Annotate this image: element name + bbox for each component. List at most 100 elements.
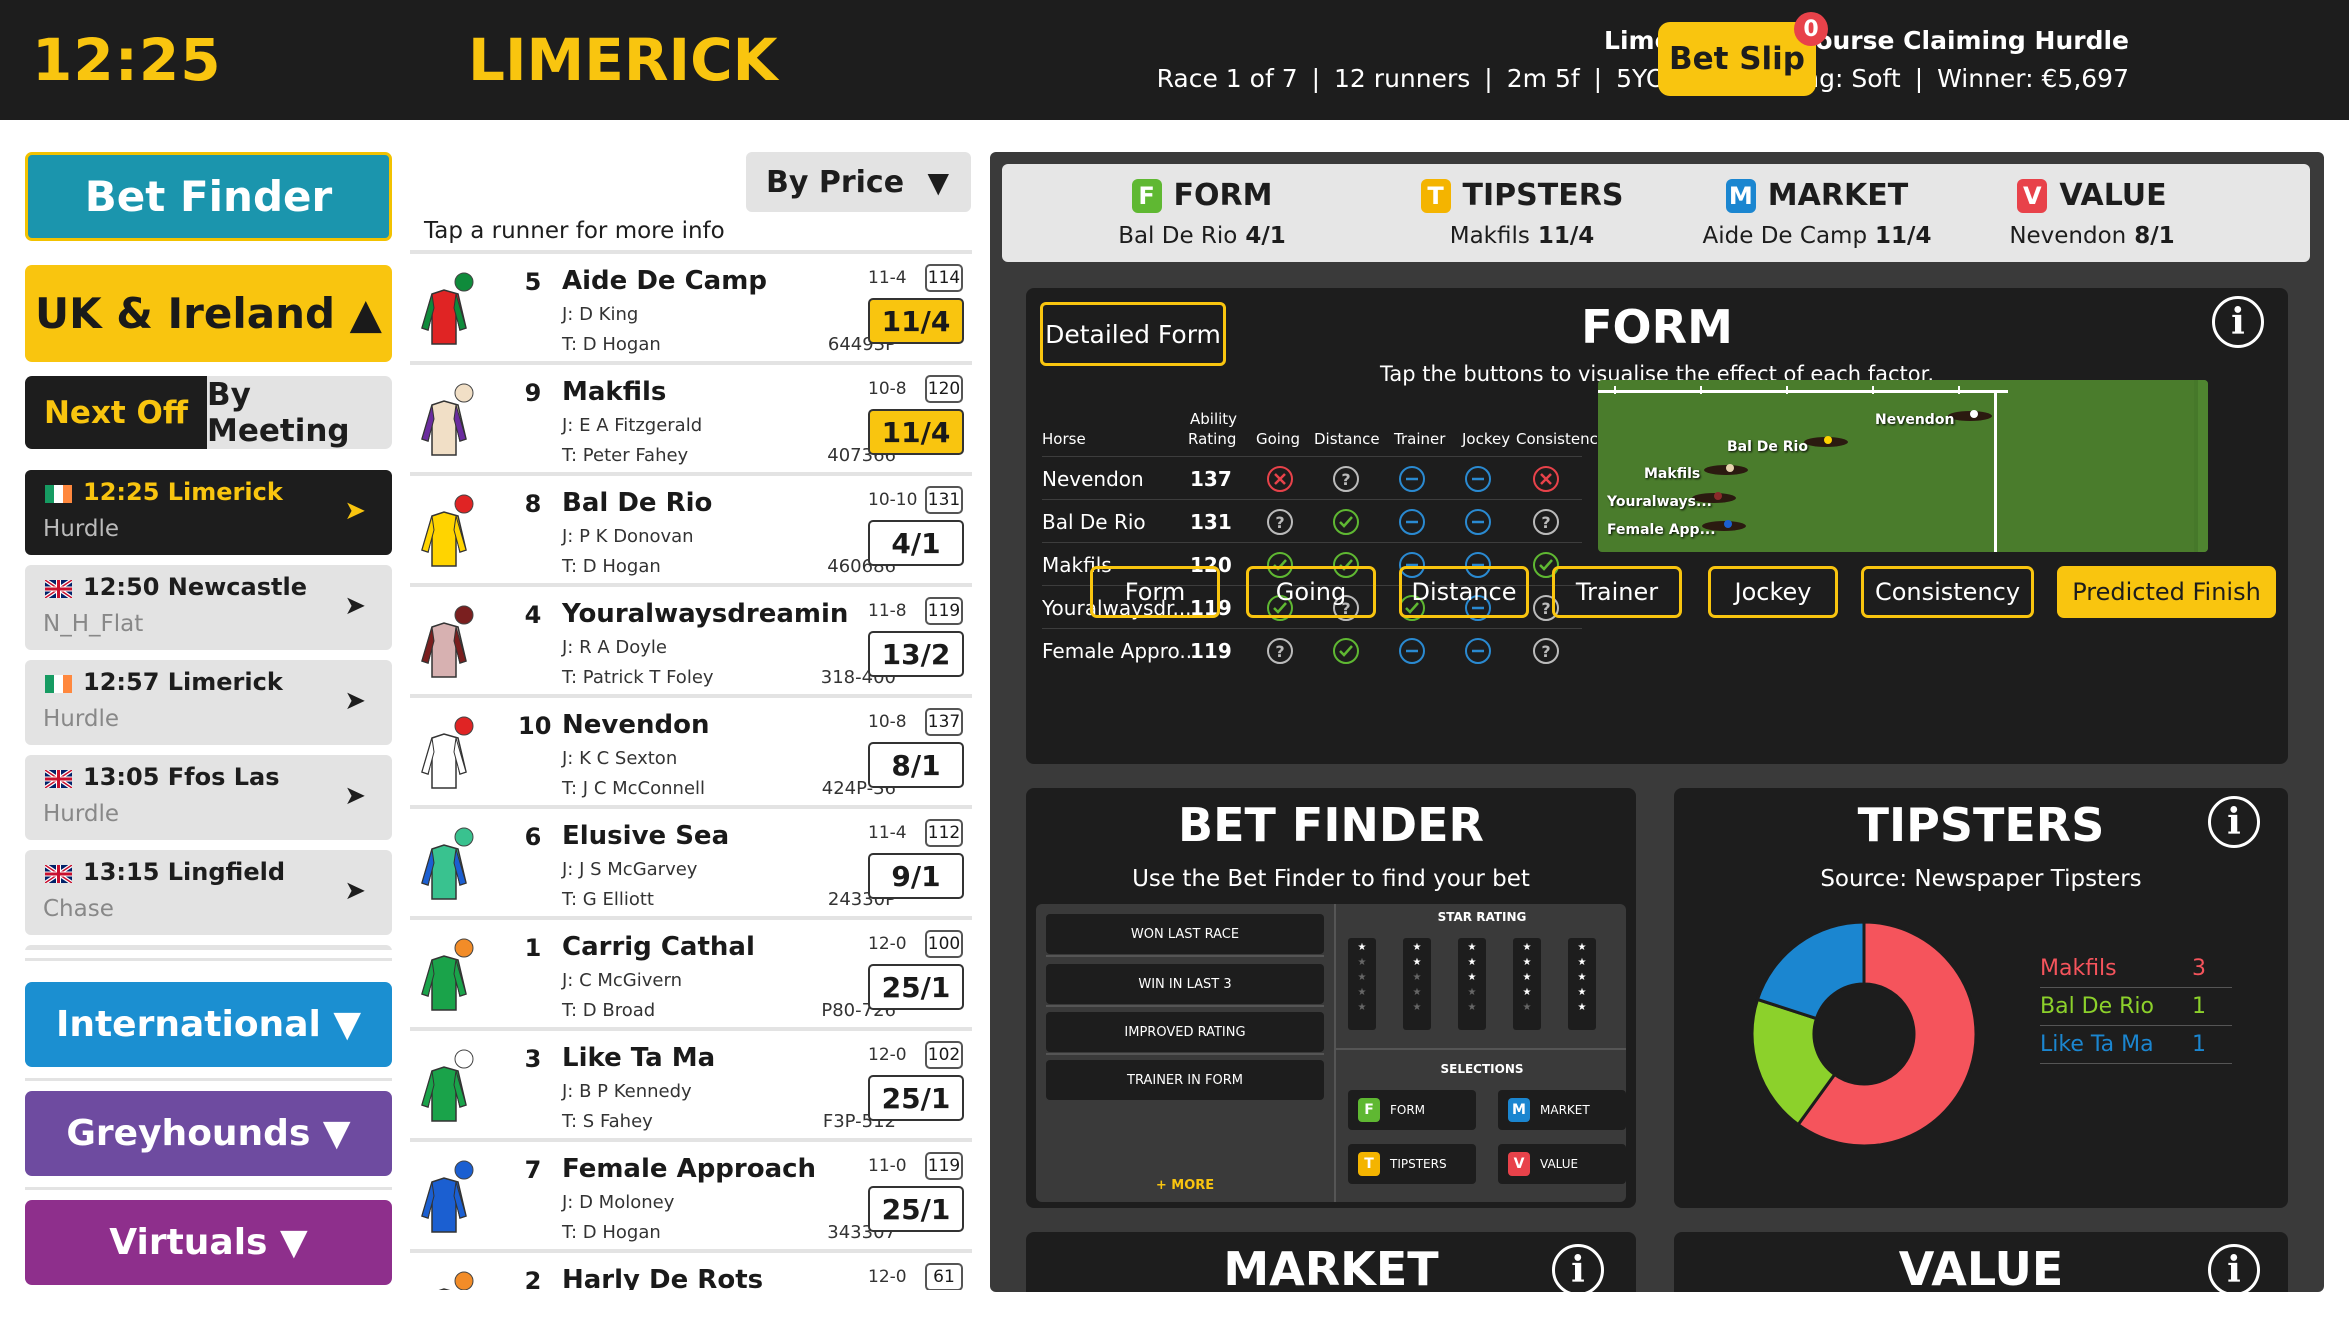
factor-going-button[interactable]: Going xyxy=(1246,566,1376,618)
sort-dropdown[interactable]: By Price ▼ xyxy=(746,152,971,212)
bet-finder-grid: STAR RATING SELECTIONS + MORE WON LAST R… xyxy=(1036,904,1626,1202)
meta-separator: | xyxy=(1914,64,1924,93)
info-icon[interactable]: i xyxy=(2208,1244,2260,1292)
summary-tipsters[interactable]: T TIPSTERS Makfils 11/4 xyxy=(1372,178,1672,249)
star-rating-5-button[interactable]: ★ ★ ★ ★ ★ xyxy=(1568,938,1596,1030)
price-button[interactable]: 11/4 xyxy=(868,298,964,344)
star-rating-3-button[interactable]: ★ ★ ★ ★ ★ xyxy=(1458,938,1486,1030)
selection-label: FORM xyxy=(1390,1103,1426,1117)
next-off-tab[interactable]: Next Off xyxy=(25,376,207,449)
form-row[interactable]: Bal De Rio 131?? xyxy=(1042,499,1582,542)
race-type: Hurdle xyxy=(43,706,120,732)
price-button[interactable]: 9/1 xyxy=(868,853,964,899)
runner-jockey: J: C McGivern xyxy=(562,970,682,991)
runner-row[interactable]: 6 Elusive Sea J: J S McGarvey T: G Elliott 2… xyxy=(410,809,972,920)
factor-predicted-finish-button[interactable]: Predicted Finish xyxy=(2057,566,2276,618)
info-icon[interactable]: i xyxy=(2208,796,2260,848)
race-time-venue: 13:05 Ffos Las xyxy=(83,763,280,791)
star-rating-2-button[interactable]: ★ ★ ★ ★ ★ xyxy=(1403,938,1431,1030)
divider xyxy=(25,958,392,961)
col-rating: Rating xyxy=(1188,430,1237,448)
col-trainer: Trainer xyxy=(1394,430,1446,448)
price-button[interactable]: 8/1 xyxy=(868,742,964,788)
selection-value-button[interactable]: V VALUE xyxy=(1498,1144,1626,1184)
factor-jockey-button[interactable]: Jockey xyxy=(1708,566,1838,618)
runner-row[interactable]: 10 Nevendon J: K C Sexton T: J C McConnell 4… xyxy=(410,698,972,809)
star-rating-4-button[interactable]: ★ ★ ★ ★ ★ xyxy=(1513,938,1541,1030)
runner-row[interactable]: 5 Aide De Camp J: D King T: D Hogan 64493P 11… xyxy=(410,254,972,365)
legend-count: 1 xyxy=(2192,1032,2206,1057)
price-button[interactable]: 25/1 xyxy=(868,964,964,1010)
runner-row[interactable]: 4 Youralwaysdreamin J: R A Doyle T: Patrick… xyxy=(410,587,972,698)
race-meta-item: 2m 5f xyxy=(1506,64,1580,93)
race-list-item[interactable] xyxy=(25,945,392,950)
factor-form-button[interactable]: Form xyxy=(1090,566,1220,618)
runner-row[interactable]: 2 Harly De Rots 12-0 61 xyxy=(410,1253,972,1290)
runner-trainer: T: D Broad xyxy=(562,1000,656,1021)
price-button[interactable]: 13/2 xyxy=(868,631,964,677)
price-button[interactable]: 4/1 xyxy=(868,520,964,566)
runner-row[interactable]: 7 Female Approach J: D Moloney T: D Hogan 34… xyxy=(410,1142,972,1253)
runner-row[interactable]: 8 Bal De Rio J: P K Donovan T: D Hogan 46068… xyxy=(410,476,972,587)
race-list-item[interactable]: 13:15 Lingfield Chase ➤ xyxy=(25,850,392,935)
runner-age-weight: 12-0 xyxy=(868,934,907,954)
greyhounds-button[interactable]: Greyhounds ▼ xyxy=(25,1091,392,1176)
price-button[interactable]: 25/1 xyxy=(868,1186,964,1232)
question-icon: ? xyxy=(1532,637,1560,665)
summary-value[interactable]: V VALUE Nevendon 8/1 xyxy=(1942,178,2242,249)
price-button[interactable]: 11/4 xyxy=(868,409,964,455)
summary-market[interactable]: M MARKET Aide De Camp 11/4 xyxy=(1667,178,1967,249)
arrow-right-icon: ➤ xyxy=(344,591,366,621)
runner-number: 1 xyxy=(524,934,542,962)
runner-trainer: T: S Fahey xyxy=(562,1111,653,1132)
factor-consistency-button[interactable]: Consistency xyxy=(1861,566,2034,618)
star-icon: ★ xyxy=(1467,987,1477,998)
race-list-item[interactable]: 12:50 Newcastle N_H_Flat ➤ xyxy=(25,565,392,650)
bet-finder-option[interactable]: TRAINER IN FORM xyxy=(1046,1060,1324,1100)
race-list: 12:25 Limerick Hurdle ➤ 12:50 Newcastle N_H_… xyxy=(25,470,392,950)
international-button[interactable]: International ▼ xyxy=(25,982,392,1067)
bet-finder-option[interactable]: WIN IN LAST 3 xyxy=(1046,964,1324,1004)
by-meeting-tab[interactable]: By Meeting xyxy=(207,376,392,449)
form-table: Horse Ability Rating Going Distance Trai… xyxy=(1042,396,1607,671)
runner-row[interactable]: 1 Carrig Cathal J: C McGivern T: D Broad P80… xyxy=(410,920,972,1031)
bet-slip-button[interactable]: Bet Slip xyxy=(1658,22,1816,96)
selection-market-button[interactable]: M MARKET xyxy=(1498,1090,1626,1130)
legend-name: Bal De Rio xyxy=(2040,994,2155,1019)
runner-age-weight: 11-4 xyxy=(868,268,907,288)
race-list-item[interactable]: 12:25 Limerick Hurdle ➤ xyxy=(25,470,392,555)
legend-row: Like Ta Ma 1 xyxy=(2040,1026,2232,1064)
uk-ireland-button[interactable]: UK & Ireland ▲ xyxy=(25,265,392,362)
summary-form[interactable]: F FORM Bal De Rio 4/1 xyxy=(1052,178,1352,249)
selection-form-button[interactable]: F FORM xyxy=(1348,1090,1476,1130)
red-green-silk-icon xyxy=(414,272,478,348)
factor-distance-button[interactable]: Distance xyxy=(1399,566,1529,618)
virtuals-button[interactable]: Virtuals ▼ xyxy=(25,1200,392,1285)
info-icon[interactable]: i xyxy=(1552,1244,1604,1292)
star-rating-1-button[interactable]: ★ ★ ★ ★ ★ xyxy=(1348,938,1376,1030)
bet-finder-option[interactable]: WON LAST RACE xyxy=(1046,914,1324,954)
track-label: Female App... xyxy=(1607,522,1716,538)
form-horse: Female Appro... xyxy=(1042,639,1199,663)
price-button[interactable]: 25/1 xyxy=(868,1075,964,1121)
meta-separator: | xyxy=(1311,64,1321,93)
runner-name: Bal De Rio xyxy=(562,488,713,518)
factor-trainer-button[interactable]: Trainer xyxy=(1552,566,1682,618)
runner-rating: 137 xyxy=(925,708,963,736)
app-screen: { "header": { "time": "12:25", "venue": … xyxy=(0,0,2349,1321)
runner-row[interactable]: 3 Like Ta Ma J: B P Kennedy T: S Fahey F3P-5… xyxy=(410,1031,972,1142)
race-list-item[interactable]: 12:57 Limerick Hurdle ➤ xyxy=(25,660,392,745)
selection-tipsters-button[interactable]: T TIPSTERS xyxy=(1348,1144,1476,1184)
race-list-item[interactable]: 13:05 Ffos Las Hurdle ➤ xyxy=(25,755,392,840)
summary-heading: F FORM xyxy=(1052,178,1352,213)
runner-row[interactable]: 9 Makfils J: E A Fitzgerald T: Peter Fahey 4… xyxy=(410,365,972,476)
form-row[interactable]: Female Appro... 119?? xyxy=(1042,628,1582,671)
info-icon[interactable]: i xyxy=(2212,296,2264,348)
white-black-square-silk-icon xyxy=(414,716,478,792)
runner-name: Female Approach xyxy=(562,1154,817,1184)
ireland-flag-icon xyxy=(45,675,72,693)
more-options-link[interactable]: + MORE xyxy=(1046,1178,1324,1193)
bet-finder-button[interactable]: Bet Finder xyxy=(25,152,392,241)
form-row[interactable]: Nevendon 137? xyxy=(1042,456,1582,499)
bet-finder-option[interactable]: IMPROVED RATING xyxy=(1046,1012,1324,1052)
